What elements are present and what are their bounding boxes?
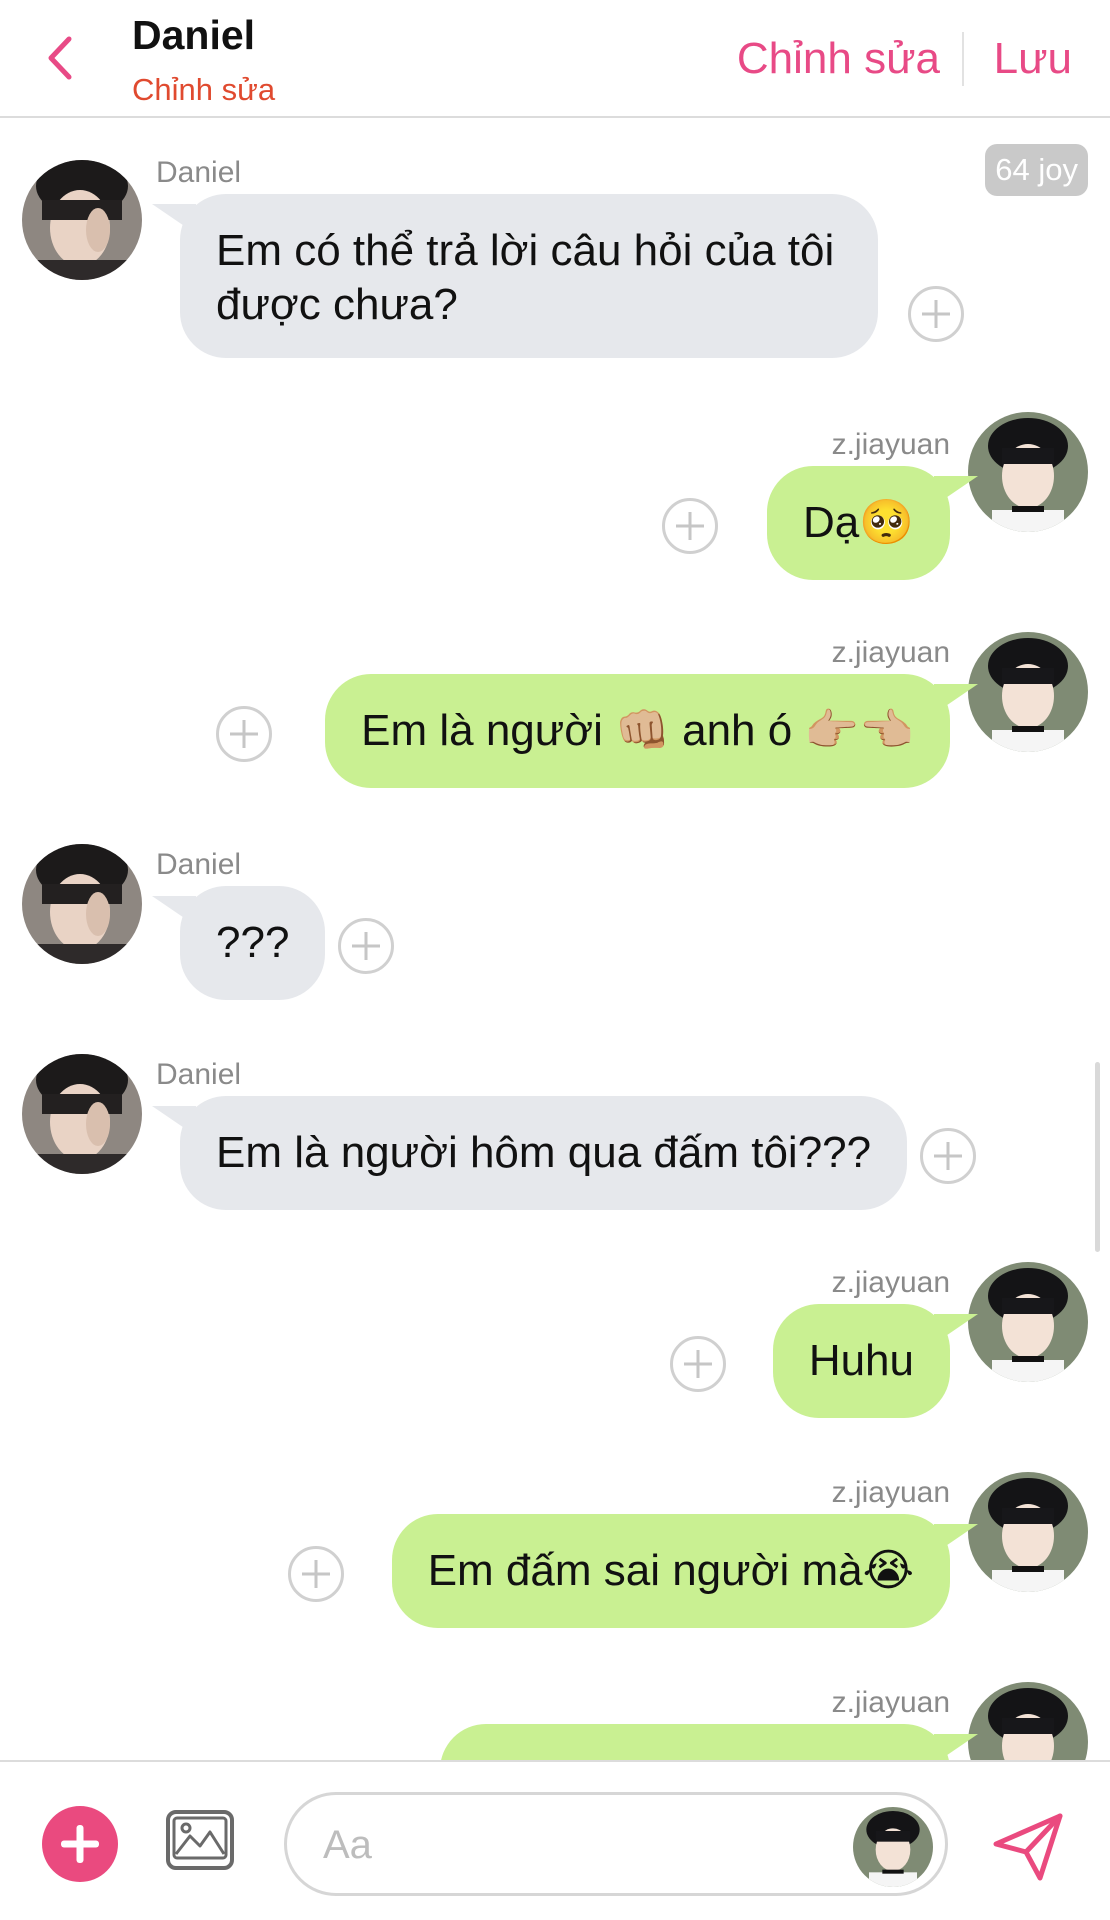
avatar[interactable] (22, 844, 142, 964)
sender-name: z.jiayuan (831, 1686, 950, 1719)
sender-name: z.jiayuan (831, 636, 950, 669)
avatar[interactable] (22, 1054, 142, 1174)
add-reaction-button[interactable] (216, 706, 272, 762)
chat-subtitle[interactable]: Chỉnh sửa (132, 72, 275, 108)
chat-title: Daniel (132, 12, 256, 58)
edit-button[interactable]: Chỉnh sửa (737, 34, 940, 84)
add-reaction-button[interactable] (288, 1546, 344, 1602)
message-row: z.jiayuan (0, 1670, 1110, 1760)
message-bubble[interactable]: ??? (180, 886, 326, 1000)
persona-avatar[interactable] (853, 1807, 933, 1887)
add-reaction-button[interactable] (338, 918, 394, 974)
message-bubble[interactable]: Em là người hôm qua đấm tôi??? (180, 1096, 908, 1210)
message-input-wrapper (284, 1792, 948, 1896)
message-row: Daniel Em là người hôm qua đấm tôi??? (0, 1042, 1110, 1210)
add-reaction-button[interactable] (662, 498, 718, 554)
message-bubble[interactable]: Dạ🥺 (766, 466, 950, 580)
avatar[interactable] (968, 1682, 1088, 1760)
sender-name: z.jiayuan (831, 1476, 950, 1509)
image-icon (166, 1810, 234, 1870)
message-input[interactable] (323, 1815, 823, 1875)
message-bubble[interactable]: Em là người 👊🏼 anh ó 👉🏼👈🏼 (325, 674, 950, 788)
message-bubble[interactable]: Em đấm sai người mà😭 (391, 1514, 950, 1628)
message-bubble[interactable]: Huhu (772, 1304, 950, 1418)
send-button[interactable] (990, 1808, 1066, 1884)
add-reaction-button[interactable] (670, 1336, 726, 1392)
sender-name: Daniel (156, 156, 242, 189)
add-reaction-button[interactable] (908, 286, 964, 342)
avatar[interactable] (968, 632, 1088, 752)
add-reaction-button[interactable] (920, 1128, 976, 1184)
sender-name: z.jiayuan (831, 1266, 950, 1299)
chevron-left-icon (48, 36, 72, 80)
message-bubble[interactable] (440, 1724, 950, 1760)
avatar[interactable] (968, 412, 1088, 532)
back-button[interactable] (40, 30, 80, 86)
avatar[interactable] (22, 160, 142, 280)
attach-button[interactable] (42, 1806, 118, 1882)
message-list[interactable]: 64 joy Daniel Em có thể trả lời câu hỏi … (0, 120, 1110, 1760)
sender-name: Daniel (156, 848, 242, 881)
sender-name: Daniel (156, 1058, 242, 1091)
message-row: z.jiayuan Em là người 👊🏼 anh ó 👉🏼👈🏼 (0, 620, 1110, 788)
sender-name: z.jiayuan (831, 428, 950, 461)
chat-header: Daniel Chỉnh sửa Chỉnh sửa Lưu (0, 0, 1110, 118)
message-row: z.jiayuan Dạ🥺 (0, 412, 1110, 580)
header-divider (962, 32, 964, 86)
message-row: z.jiayuan Huhu (0, 1250, 1110, 1418)
composer-bar (0, 1760, 1110, 1920)
scrollbar-thumb[interactable] (1095, 1062, 1100, 1252)
message-row: Daniel Em có thể trả lời câu hỏi của tôi… (0, 140, 1110, 358)
message-bubble[interactable]: Em có thể trả lời câu hỏi của tôi được c… (180, 194, 878, 358)
message-row: Daniel ??? (0, 832, 1110, 1000)
avatar[interactable] (968, 1472, 1088, 1592)
save-button[interactable]: Lưu (994, 34, 1072, 84)
avatar[interactable] (968, 1262, 1088, 1382)
image-button[interactable] (164, 1804, 236, 1876)
message-row: z.jiayuan Em đấm sai người mà😭 (0, 1460, 1110, 1628)
send-icon (993, 1813, 1063, 1881)
